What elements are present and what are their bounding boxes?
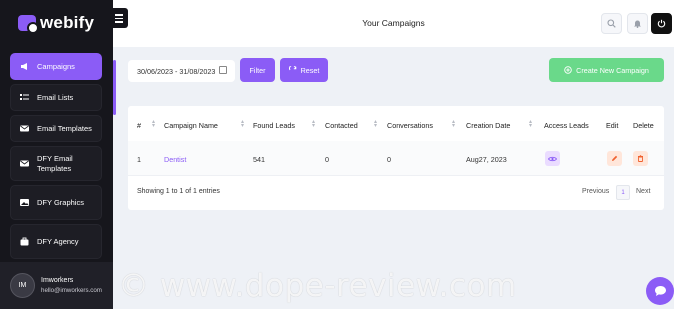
cell-contacted: 0 (325, 155, 329, 164)
mail-icon (20, 124, 29, 133)
sidebar-nav: Campaigns Email Lists Email Templates DF… (10, 53, 102, 263)
column-header-contacted[interactable]: Contacted (325, 121, 358, 130)
plus-circle-icon (564, 66, 572, 74)
notifications-button[interactable] (627, 13, 648, 34)
sidebar: webify Campaigns Email Lists Email Templ… (0, 0, 113, 309)
page-number: 1 (621, 189, 625, 196)
search-icon (607, 19, 616, 28)
logo-text: webify (40, 13, 95, 32)
bell-icon (634, 20, 641, 28)
table-info: Showing 1 to 1 of 1 entries (137, 188, 220, 195)
column-header-found-leads[interactable]: Found Leads (253, 121, 295, 130)
cell-creation-date: Aug27, 2023 (466, 155, 507, 164)
megaphone-icon (20, 62, 29, 71)
pagination-page[interactable]: 1 (616, 185, 630, 200)
sidebar-item-email-lists[interactable]: Email Lists (10, 84, 102, 111)
create-campaign-label: Create New Campaign (576, 65, 649, 75)
sidebar-item-label: Email Lists (37, 92, 74, 102)
column-header-edit: Edit (606, 121, 619, 130)
campaigns-table: # ▴ ▾ Campaign Name ▴ ▾ Found Leads ▴ ▾ Con… (128, 106, 664, 210)
view-leads-button[interactable] (545, 151, 560, 166)
hamburger-icon (115, 14, 123, 16)
sort-icon[interactable]: ▴ ▾ (374, 119, 377, 129)
column-header-campaign-name[interactable]: Campaign Name (164, 121, 218, 130)
sort-icon[interactable]: ▴ ▾ (312, 119, 315, 129)
sidebar-item-dfy-agency[interactable]: DFY Agency (10, 224, 102, 259)
table-row (128, 141, 664, 175)
calendar-icon (219, 66, 227, 74)
column-header-access-leads: Access Leads (544, 121, 589, 130)
sidebar-item-campaigns[interactable]: Campaigns (10, 53, 102, 80)
sidebar-item-label: DFY Graphics (37, 197, 84, 207)
page-title: Your Campaigns (362, 18, 425, 28)
watermark: © www.dope-review.com (118, 268, 517, 304)
sort-icon[interactable]: ▴ ▾ (241, 119, 244, 129)
menu-toggle-button[interactable] (110, 8, 128, 28)
sidebar-item-label: DFY Email Templates (37, 153, 73, 173)
cell-number: 1 (137, 155, 141, 164)
edit-button[interactable] (607, 151, 622, 166)
list-icon (20, 93, 29, 102)
cell-campaign-name[interactable]: Dentist (164, 155, 186, 164)
logo-icon (18, 15, 39, 34)
column-header-delete: Delete (633, 121, 654, 130)
app-logo[interactable]: webify (18, 13, 95, 34)
reset-button-label: Reset (300, 65, 320, 75)
pagination-next[interactable]: Next (636, 188, 650, 195)
divider (128, 175, 664, 176)
create-campaign-button[interactable]: Create New Campaign (549, 58, 664, 82)
trash-icon (638, 155, 643, 162)
avatar: IM (10, 273, 35, 298)
chat-button[interactable] (646, 277, 674, 305)
mail-icon (20, 159, 29, 168)
image-icon (20, 198, 29, 207)
eye-icon (548, 156, 557, 161)
sort-icon[interactable]: ▴ ▾ (152, 119, 155, 129)
profile-email: hello@imworkers.com (41, 287, 102, 294)
profile-name: Imworkers (41, 277, 74, 284)
sort-icon[interactable]: ▴ ▾ (452, 119, 455, 129)
logout-button[interactable] (651, 13, 672, 34)
column-header-number[interactable]: # (137, 121, 141, 130)
reset-button[interactable]: Reset (280, 58, 328, 82)
briefcase-icon (20, 237, 29, 246)
sidebar-item-label: Campaigns (37, 61, 75, 71)
sidebar-item-dfy-graphics[interactable]: DFY Graphics (10, 185, 102, 220)
sidebar-item-email-templates[interactable]: Email Templates (10, 115, 102, 142)
cell-found-leads: 541 (253, 155, 265, 164)
column-header-conversations[interactable]: Conversations (387, 121, 433, 130)
sidebar-item-label: DFY Agency (37, 236, 79, 246)
cell-conversations: 0 (387, 155, 391, 164)
sort-icon[interactable]: ▴ ▾ (529, 119, 532, 129)
top-header: Your Campaigns (113, 0, 674, 47)
sidebar-scrollbar[interactable] (113, 60, 116, 115)
filter-button[interactable]: Filter (240, 58, 275, 82)
search-button[interactable] (601, 13, 622, 34)
date-range-value: 30/06/2023 - 31/08/2023 (137, 66, 216, 76)
filter-button-label: Filter (249, 65, 266, 75)
user-profile[interactable]: IM Imworkers hello@imworkers.com (0, 262, 113, 309)
delete-button[interactable] (633, 151, 648, 166)
refresh-icon (288, 66, 296, 71)
sidebar-item-label: Email Templates (37, 123, 92, 133)
chat-icon (654, 286, 666, 296)
pagination-previous[interactable]: Previous (582, 188, 609, 195)
sidebar-item-dfy-email-templates[interactable]: DFY Email Templates (10, 146, 102, 181)
column-header-creation-date[interactable]: Creation Date (466, 121, 510, 130)
pencil-icon (612, 155, 618, 161)
date-range-input[interactable]: 30/06/2023 - 31/08/2023 (128, 60, 235, 82)
power-icon (657, 19, 666, 28)
